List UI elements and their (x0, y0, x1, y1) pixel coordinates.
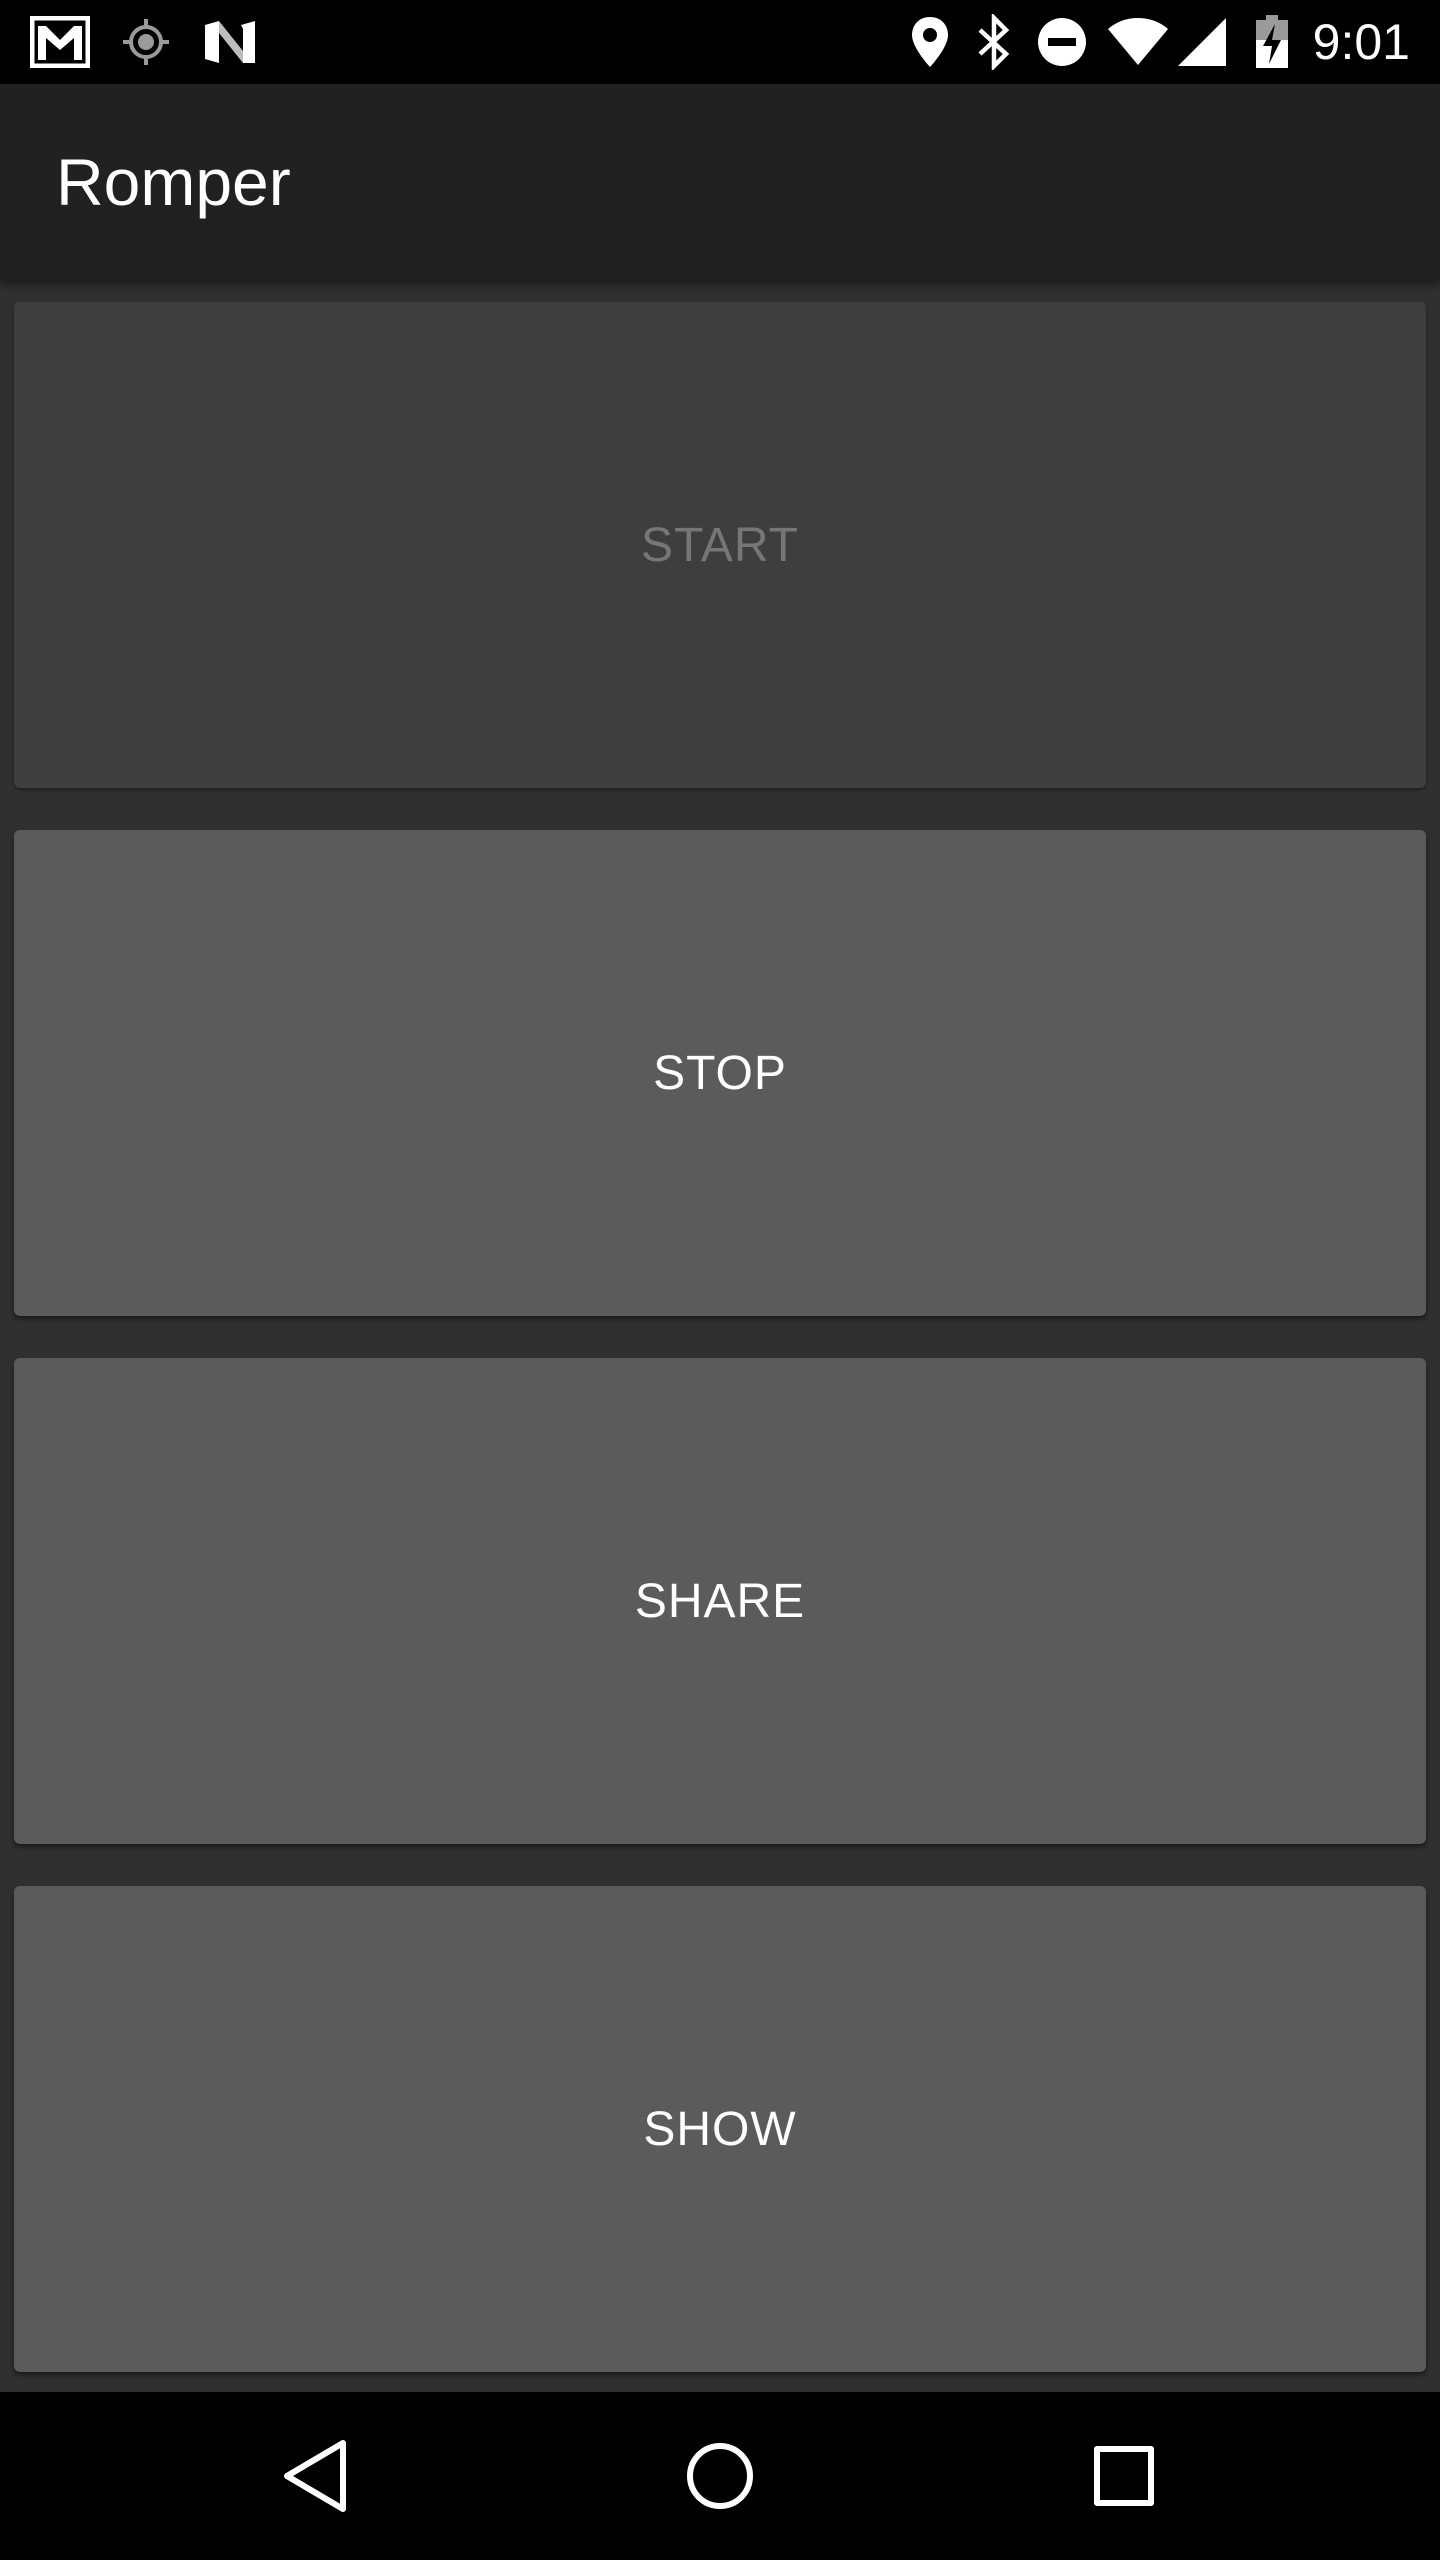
do-not-disturb-icon (1030, 10, 1094, 74)
recents-icon[interactable] (1074, 2426, 1174, 2526)
show-button[interactable]: SHOW (14, 1886, 1426, 2372)
navigation-bar (0, 2392, 1440, 2560)
gmail-icon (28, 10, 92, 74)
status-bar: 9:01 (0, 0, 1440, 84)
back-icon[interactable] (266, 2426, 366, 2526)
app-bar: Romper (0, 84, 1440, 280)
content-area: START STOP SHARE SHOW (0, 280, 1440, 2392)
cell-signal-icon (1170, 10, 1234, 74)
location-pin-icon (898, 10, 962, 74)
location-target-icon (114, 10, 178, 74)
battery-charging-icon (1240, 10, 1304, 74)
wifi-icon (1106, 10, 1170, 74)
home-icon[interactable] (670, 2426, 770, 2526)
stop-button[interactable]: STOP (14, 830, 1426, 1316)
bluetooth-icon (962, 10, 1026, 74)
status-time: 9:01 (1312, 14, 1410, 70)
n-logo-icon (198, 10, 262, 74)
app-title: Romper (56, 145, 291, 219)
start-button[interactable]: START (14, 302, 1426, 788)
share-button[interactable]: SHARE (14, 1358, 1426, 1844)
